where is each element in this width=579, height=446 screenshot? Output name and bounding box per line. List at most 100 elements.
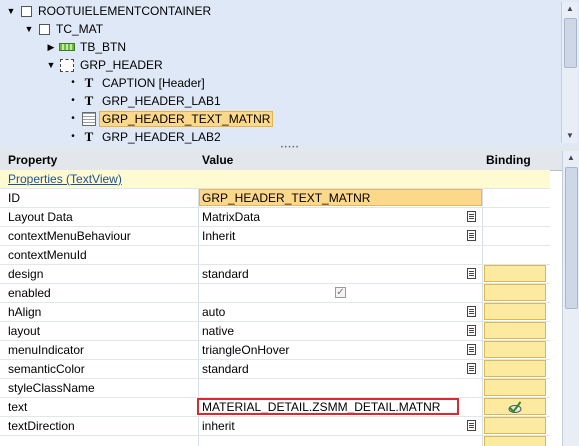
enabled-checkbox[interactable]: ✓ bbox=[335, 287, 346, 298]
binding-cell[interactable] bbox=[484, 398, 546, 415]
binding-cell[interactable] bbox=[484, 341, 546, 358]
tree-node-label: ROOTUIELEMENTCONTAINER bbox=[38, 4, 212, 18]
property-name: ID bbox=[8, 191, 20, 205]
tree-node-caption[interactable]: • T CAPTION [Header] bbox=[68, 74, 579, 92]
property-name: contextMenuId bbox=[8, 248, 87, 262]
tree-node-tc-mat[interactable]: ▼ TC_MAT bbox=[24, 20, 579, 38]
column-header-property[interactable]: Property bbox=[8, 153, 57, 167]
property-row-styleclassname: styleClassName bbox=[0, 379, 550, 398]
group-icon bbox=[59, 58, 75, 72]
property-value[interactable]: MatrixData bbox=[202, 210, 260, 224]
value-help-icon[interactable] bbox=[467, 344, 476, 355]
property-value[interactable]: standard bbox=[202, 267, 249, 281]
binding-cell[interactable] bbox=[484, 322, 546, 339]
column-divider bbox=[198, 208, 199, 226]
property-name: enabled bbox=[8, 286, 51, 300]
collapse-arrow-icon[interactable]: ▼ bbox=[46, 60, 56, 70]
id-value-field[interactable]: GRP_HEADER_TEXT_MATNR bbox=[199, 189, 482, 206]
grid-scroll-thumb[interactable] bbox=[565, 167, 578, 309]
value-help-icon[interactable] bbox=[467, 268, 476, 279]
column-divider bbox=[482, 379, 483, 397]
property-value[interactable]: standard bbox=[202, 362, 249, 376]
column-divider bbox=[482, 246, 483, 264]
property-row-layout: layout native bbox=[0, 322, 550, 341]
value-help-icon[interactable] bbox=[467, 325, 476, 336]
column-divider bbox=[482, 284, 483, 302]
binding-edit-icon[interactable] bbox=[507, 400, 523, 414]
property-value[interactable]: auto bbox=[202, 305, 225, 319]
property-value[interactable]: Inherit bbox=[202, 229, 235, 243]
tree-scroll-thumb[interactable] bbox=[564, 18, 577, 68]
section-row: Properties (TextView) bbox=[0, 170, 550, 189]
tree-node-label: GRP_HEADER bbox=[80, 58, 163, 72]
binding-cell[interactable] bbox=[484, 436, 546, 446]
scroll-up-icon[interactable]: ▲ bbox=[563, 151, 579, 165]
toolbar-button-icon bbox=[59, 40, 75, 54]
text-caption-icon: T bbox=[84, 75, 94, 90]
column-divider bbox=[482, 189, 483, 207]
tree-node-grp-header-lab1[interactable]: • T GRP_HEADER_LAB1 bbox=[68, 92, 579, 110]
binding-cell[interactable] bbox=[484, 303, 546, 320]
binding-cell[interactable] bbox=[484, 360, 546, 377]
property-row-menuindicator: menuIndicator triangleOnHover bbox=[0, 341, 550, 360]
property-row-id: ID GRP_HEADER_TEXT_MATNR bbox=[0, 189, 550, 208]
tree-node-rootuielementcontainer[interactable]: ▼ ROOTUIELEMENTCONTAINER bbox=[6, 2, 566, 20]
column-divider bbox=[482, 227, 483, 245]
column-header-value[interactable]: Value bbox=[202, 153, 233, 167]
text-label-icon: T bbox=[84, 129, 94, 144]
column-header-binding[interactable]: Binding bbox=[486, 153, 531, 167]
column-divider bbox=[198, 284, 199, 302]
column-divider bbox=[482, 303, 483, 321]
property-name: layout bbox=[8, 324, 41, 338]
property-row-contextmenubehaviour: contextMenuBehaviour Inherit bbox=[0, 227, 550, 246]
tree-node-grp-header[interactable]: ▼ GRP_HEADER bbox=[46, 56, 579, 74]
binding-cell[interactable] bbox=[484, 379, 546, 396]
column-divider bbox=[198, 303, 199, 321]
value-help-icon[interactable] bbox=[467, 306, 476, 317]
grid-scrollbar[interactable]: ▲ bbox=[562, 151, 579, 446]
property-row-enabled: enabled ✓ bbox=[0, 284, 550, 303]
scroll-up-icon[interactable]: ▲ bbox=[562, 2, 578, 16]
binding-cell[interactable] bbox=[484, 265, 546, 282]
value-help-icon[interactable] bbox=[467, 420, 476, 431]
property-name: contextMenuBehaviour bbox=[8, 229, 131, 243]
column-divider bbox=[482, 265, 483, 283]
property-row-layout-data: Layout Data MatrixData bbox=[0, 208, 550, 227]
property-value[interactable]: triangleOnHover bbox=[202, 343, 289, 357]
collapse-arrow-icon[interactable]: ▼ bbox=[24, 24, 34, 34]
property-row-semanticcolor: semanticColor standard bbox=[0, 360, 550, 379]
bullet-icon: • bbox=[71, 95, 75, 106]
property-name: styleClassName bbox=[8, 381, 95, 395]
column-divider bbox=[198, 341, 199, 359]
property-row-textdirection: textDirection inherit bbox=[0, 417, 550, 436]
tree-scrollbar[interactable]: ▲ ▼ bbox=[561, 2, 578, 143]
property-value[interactable]: native bbox=[202, 324, 234, 338]
tree-node-grp-header-lab2[interactable]: • T GRP_HEADER_LAB2 bbox=[68, 128, 579, 145]
property-row-partial bbox=[0, 436, 550, 446]
column-divider bbox=[198, 436, 199, 446]
textview-icon bbox=[81, 112, 97, 126]
column-divider bbox=[198, 322, 199, 340]
property-value[interactable]: inherit bbox=[202, 419, 235, 433]
section-title[interactable]: Properties (TextView) bbox=[8, 172, 122, 186]
column-divider bbox=[482, 341, 483, 359]
column-divider bbox=[198, 379, 199, 397]
binding-cell[interactable] bbox=[484, 284, 546, 301]
highlight-box bbox=[197, 398, 459, 415]
property-name: hAlign bbox=[8, 305, 42, 319]
tree-node-tb-btn[interactable]: ▶ TB_BTN bbox=[46, 38, 579, 56]
text-label-icon: T bbox=[84, 93, 94, 108]
collapse-arrow-icon[interactable]: ▼ bbox=[6, 6, 16, 16]
property-value: GRP_HEADER_TEXT_MATNR bbox=[202, 191, 371, 205]
tree-node-label: GRP_HEADER_LAB2 bbox=[102, 130, 221, 144]
scroll-down-icon[interactable]: ▼ bbox=[562, 129, 578, 143]
column-divider bbox=[482, 436, 483, 446]
tree-node-grp-header-text-matnr[interactable]: • GRP_HEADER_TEXT_MATNR bbox=[68, 110, 579, 128]
value-help-icon[interactable] bbox=[467, 211, 476, 222]
value-help-icon[interactable] bbox=[467, 230, 476, 241]
expand-arrow-icon[interactable]: ▶ bbox=[46, 42, 56, 53]
tree-node-label: GRP_HEADER_LAB1 bbox=[102, 94, 221, 108]
value-help-icon[interactable] bbox=[467, 363, 476, 374]
column-divider bbox=[198, 227, 199, 245]
binding-cell[interactable] bbox=[484, 417, 546, 434]
